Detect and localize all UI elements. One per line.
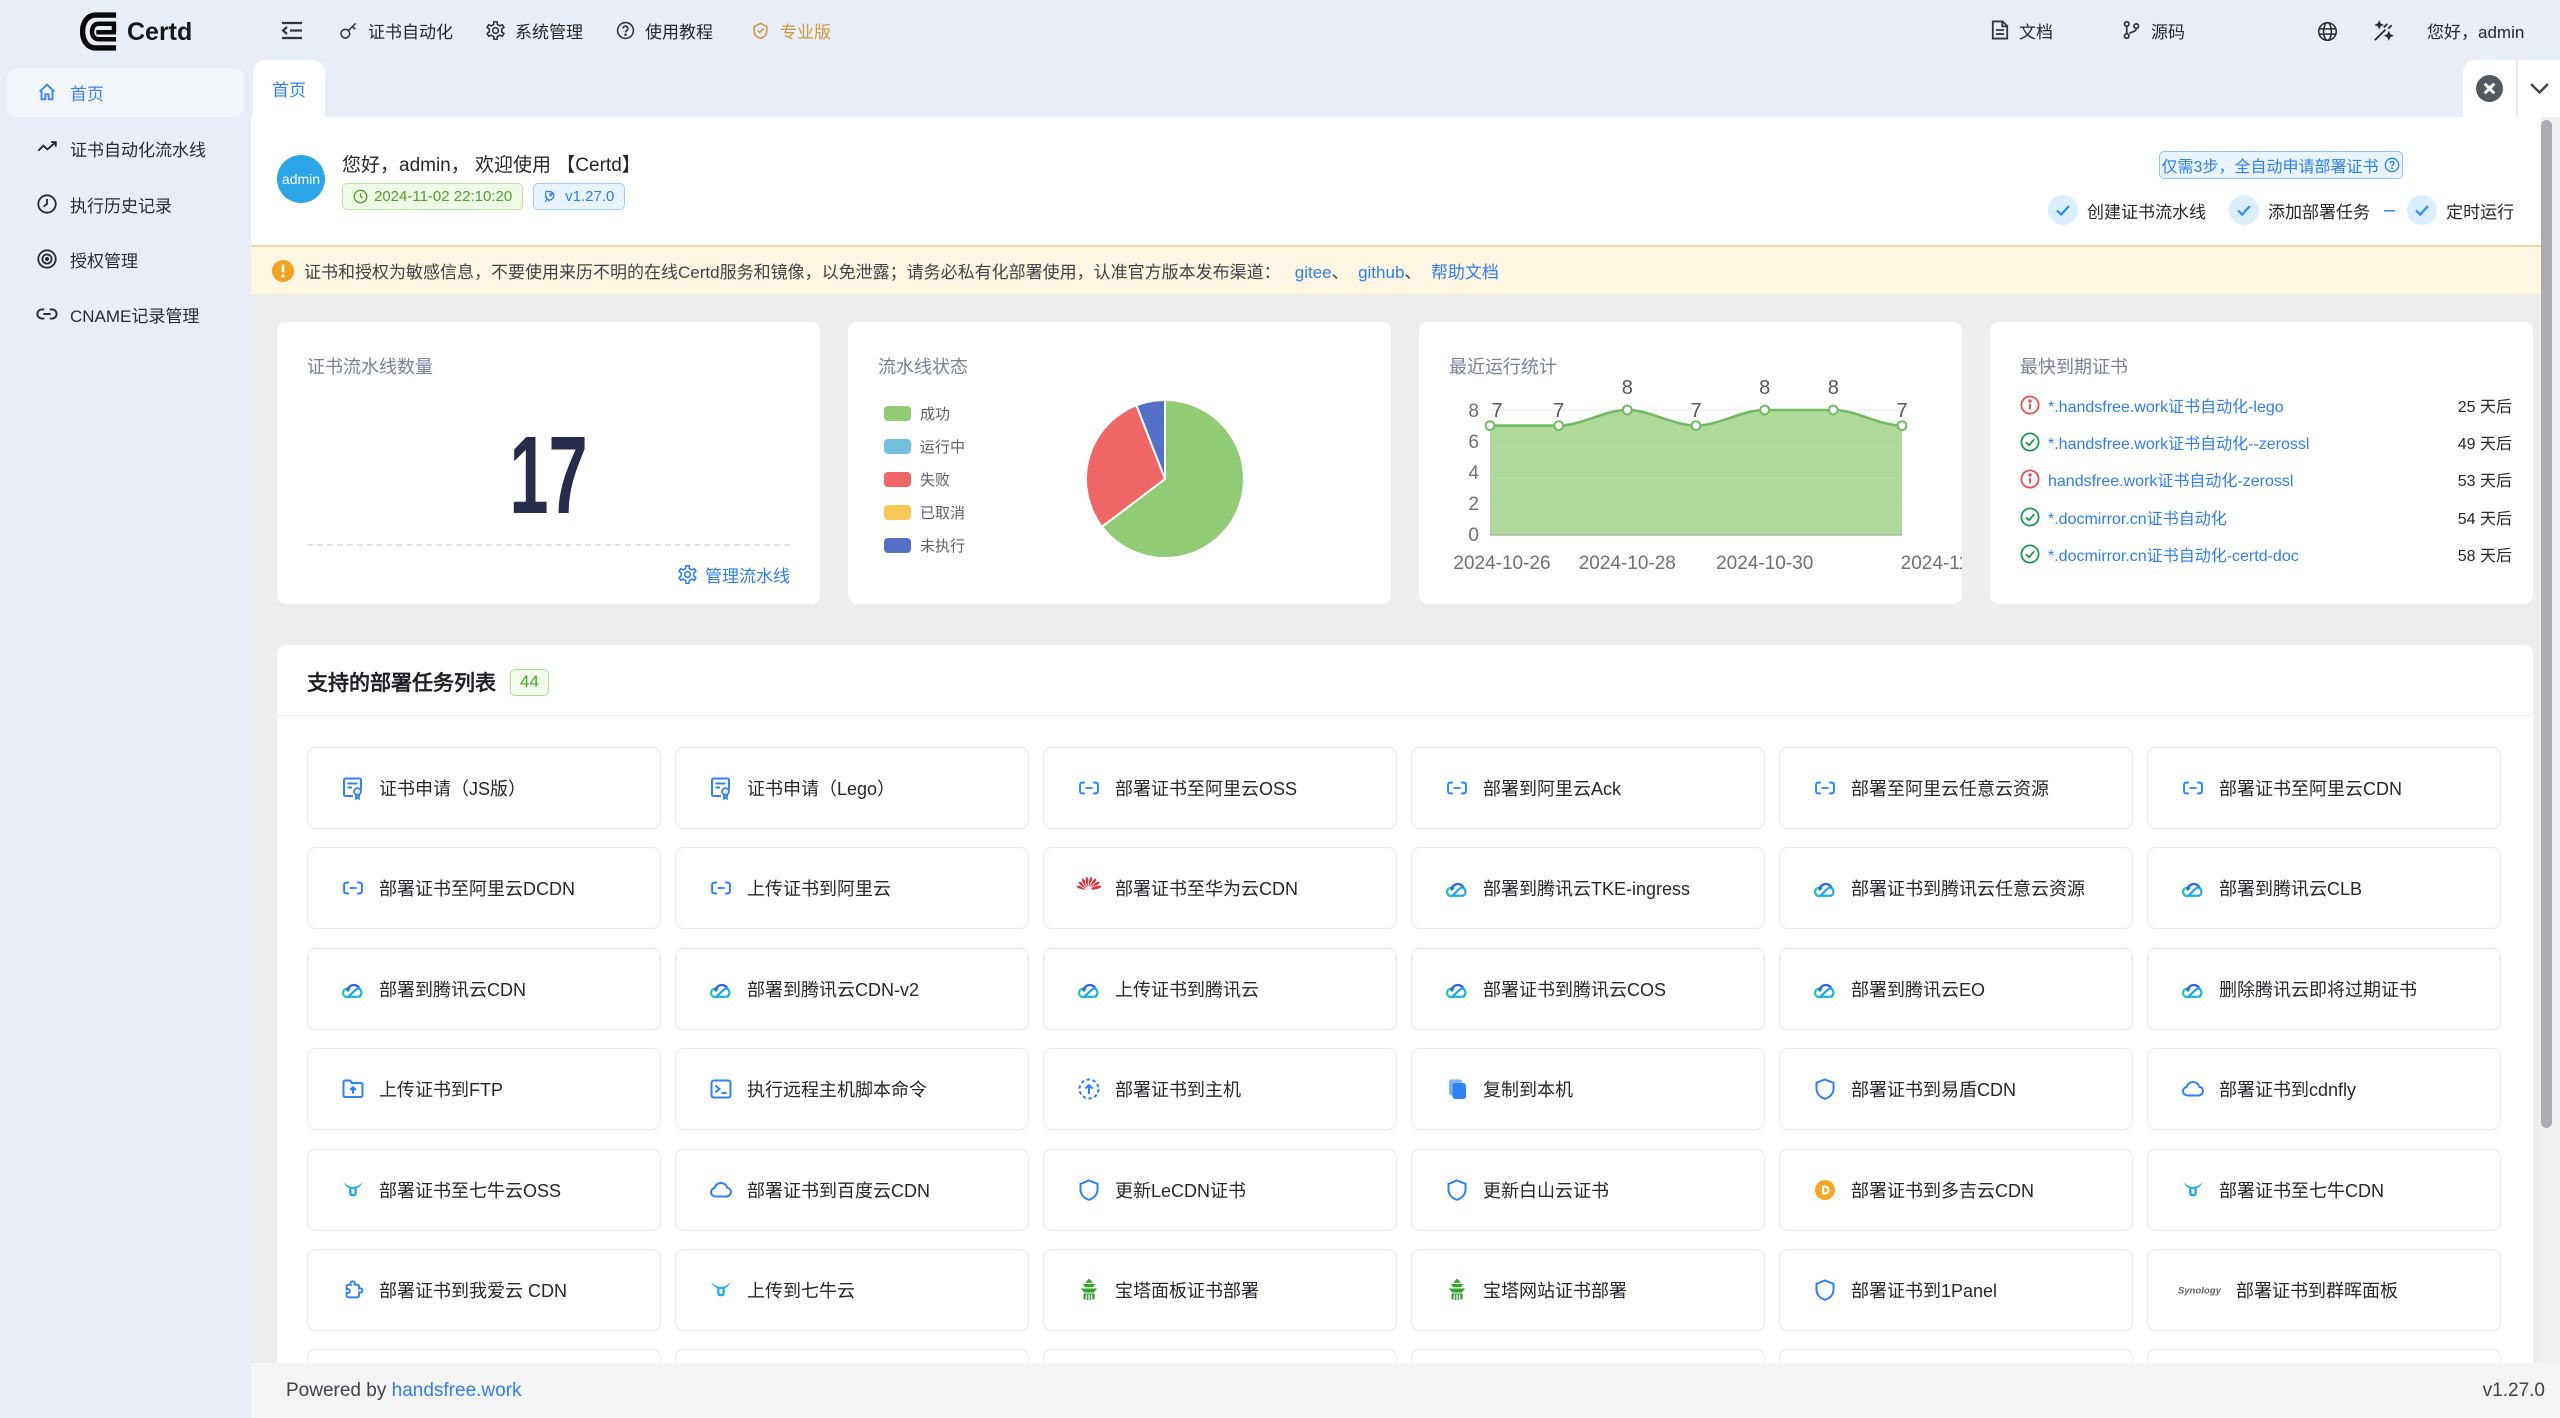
- svg-text:8: 8: [1828, 377, 1839, 399]
- svg-text:4: 4: [1468, 463, 1479, 484]
- svg-text:2: 2: [1468, 494, 1479, 515]
- svg-text:8: 8: [1759, 377, 1770, 399]
- svg-text:2024-10-26: 2024-10-26: [1453, 553, 1550, 574]
- svg-text:6: 6: [1468, 432, 1479, 453]
- svg-text:7: 7: [1491, 400, 1502, 422]
- svg-text:2024-10-30: 2024-10-30: [1716, 553, 1813, 574]
- svg-text:2024-11-: 2024-11-: [1901, 553, 1962, 574]
- svg-text:7: 7: [1690, 400, 1701, 422]
- svg-text:7: 7: [1553, 400, 1564, 422]
- svg-text:8: 8: [1468, 401, 1479, 422]
- svg-text:2024-10-28: 2024-10-28: [1579, 553, 1676, 574]
- svg-text:Synology: Synology: [2178, 1285, 2222, 1296]
- svg-text:8: 8: [1622, 377, 1633, 399]
- svg-text:7: 7: [1896, 400, 1907, 422]
- svg-text:0: 0: [1468, 525, 1479, 546]
